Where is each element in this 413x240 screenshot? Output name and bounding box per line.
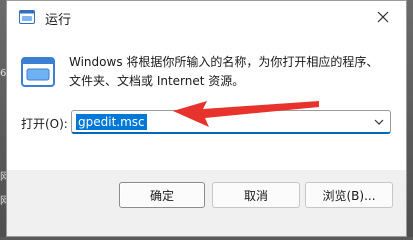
run-icon [21, 57, 55, 87]
window-title: 运行 [45, 13, 72, 28]
chevron-down-icon[interactable] [374, 117, 384, 127]
close-icon [377, 11, 389, 23]
browse-button[interactable]: 浏览(B)... [305, 182, 393, 208]
close-button[interactable] [368, 3, 398, 31]
red-arrow-icon [173, 101, 319, 127]
cancel-button[interactable]: 取消 [212, 182, 300, 208]
ok-button[interactable]: 确定 [119, 182, 205, 208]
command-input-value[interactable]: gpedit.msc [76, 114, 147, 130]
dialog-footer: 确定 取消 浏览(B)... [7, 170, 406, 236]
open-label: 打开(O): [21, 117, 68, 131]
dialog-description: Windows 将根据你所输入的名称，为你打开相应的程序、文件夹、文档或 Int… [69, 55, 379, 88]
run-dialog: 运行 Windows 将根据你所输入的名称，为你打开相应的程序、文件夹、文档或 … [6, 0, 407, 237]
run-icon [19, 10, 35, 24]
title-bar[interactable]: 运行 [7, 1, 406, 35]
